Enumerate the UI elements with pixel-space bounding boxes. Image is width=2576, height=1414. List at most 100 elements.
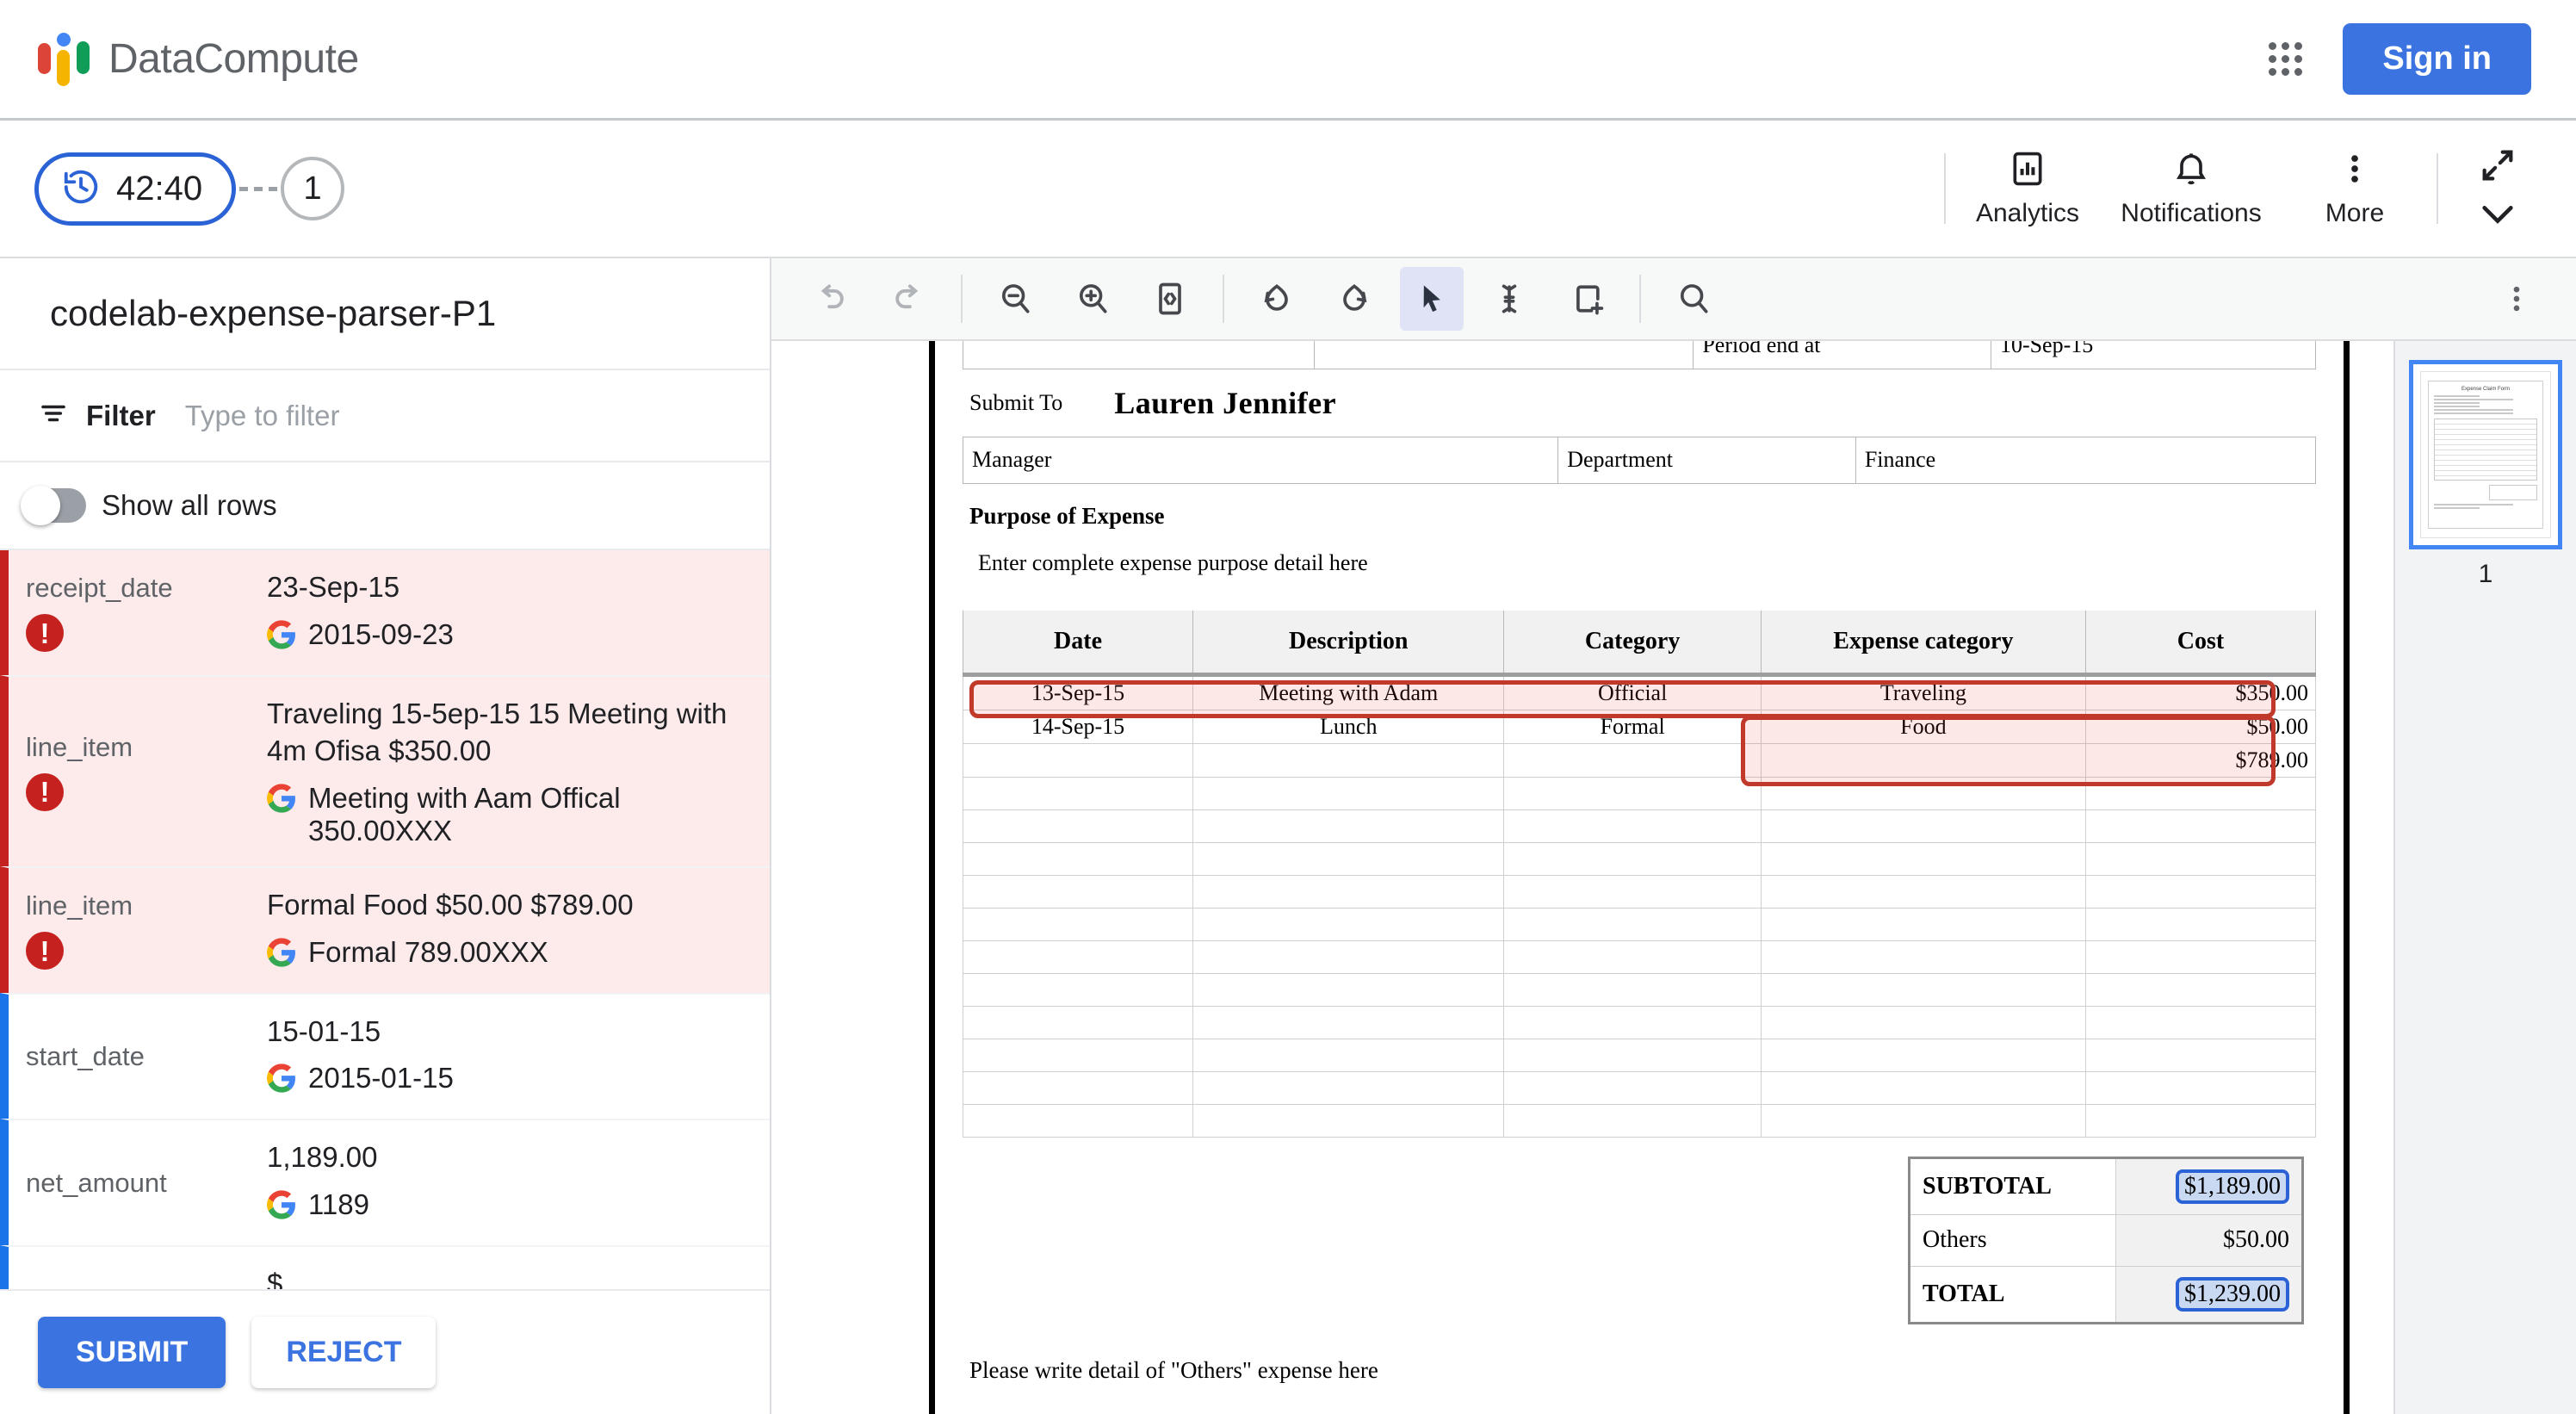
field-value: 15-01-15 bbox=[267, 1014, 381, 1047]
undo-icon[interactable] bbox=[799, 267, 863, 331]
zoom-in-icon[interactable] bbox=[1061, 267, 1124, 331]
page-right-margin bbox=[2344, 341, 2393, 1414]
analytics-button[interactable]: Analytics bbox=[1946, 121, 2109, 257]
google-g-icon bbox=[267, 937, 296, 974]
cell-date: 14-Sep-15 bbox=[962, 709, 1194, 744]
field-row-receipt-date[interactable]: receipt_date ! 23-Sep-15 2015-09-23 bbox=[0, 550, 770, 675]
table-row[interactable]: 13-Sep-15 Meeting with Adam Official Tra… bbox=[962, 673, 2317, 710]
table-row-empty[interactable] bbox=[962, 1038, 2317, 1072]
table-row-empty[interactable] bbox=[962, 1070, 2317, 1105]
document-canvas[interactable]: Period end at 10-Sep-15 Submit To Lauren… bbox=[771, 341, 2576, 1414]
col-category: Category bbox=[1503, 610, 1762, 675]
app-header: DataCompute Sign in bbox=[0, 0, 2576, 121]
field-row-start-date[interactable]: start_date 15-01-15 2015-01-15 bbox=[0, 992, 770, 1119]
text-select-icon[interactable] bbox=[1477, 267, 1541, 331]
page-title: codelab-expense-parser-P1 bbox=[0, 258, 770, 370]
table-row[interactable]: $789.00 bbox=[962, 742, 2317, 778]
notifications-button[interactable]: Notifications bbox=[2109, 121, 2273, 257]
table-row-empty[interactable] bbox=[962, 907, 2317, 941]
google-g-icon bbox=[267, 1064, 296, 1100]
totals-row[interactable]: Others $50.00 bbox=[1908, 1213, 2303, 1267]
google-g-icon bbox=[267, 620, 296, 656]
page-left-margin bbox=[771, 341, 935, 1414]
step-indicator[interactable]: 1 bbox=[281, 157, 345, 220]
cell-date: 13-Sep-15 bbox=[962, 673, 1194, 710]
table-row-empty[interactable] bbox=[962, 972, 2317, 1007]
error-icon: ! bbox=[26, 614, 64, 653]
timer-value: 42:40 bbox=[116, 169, 203, 208]
cell-description bbox=[1192, 742, 1505, 778]
rotate-right-icon[interactable] bbox=[1322, 267, 1386, 331]
filter-row: Filter bbox=[0, 370, 770, 462]
field-row-line-item-2[interactable]: line_item ! Formal Food $50.00 $789.00 F… bbox=[0, 865, 770, 993]
filter-input[interactable] bbox=[172, 399, 535, 432]
expand-diagonal-icon[interactable] bbox=[2478, 146, 2517, 189]
field-value: 23-Sep-15 bbox=[267, 571, 400, 603]
document-overflow-menu-icon[interactable] bbox=[2485, 267, 2548, 331]
purpose-text: Enter complete expense purpose detail he… bbox=[978, 549, 1368, 575]
fit-page-icon[interactable] bbox=[1138, 267, 1202, 331]
google-g-icon bbox=[267, 1190, 296, 1226]
task-timer[interactable]: 42:40 bbox=[34, 152, 237, 226]
cursor-select-icon[interactable] bbox=[1400, 267, 1464, 331]
analytics-label: Analytics bbox=[1975, 198, 2080, 227]
filter-icon bbox=[38, 398, 69, 433]
apps-grid-icon[interactable] bbox=[2267, 40, 2305, 78]
task-toolbar: 42:40 1 Analytics Notifications More bbox=[0, 121, 2576, 258]
cell-expense-category bbox=[1760, 742, 2086, 778]
department-label: Department bbox=[1567, 447, 1673, 472]
error-icon: ! bbox=[26, 932, 64, 971]
extraction-panel: codelab-expense-parser-P1 Filter Show al… bbox=[0, 258, 771, 1414]
total-label: TOTAL bbox=[1908, 1265, 2117, 1324]
cell-description: Lunch bbox=[1192, 709, 1505, 744]
document-viewer: Period end at 10-Sep-15 Submit To Lauren… bbox=[771, 258, 2576, 1414]
table-row-empty[interactable] bbox=[962, 874, 2317, 909]
history-icon bbox=[61, 167, 101, 211]
thumbnail-page-1[interactable]: Expense Claim Form bbox=[2409, 360, 2562, 549]
table-row-empty[interactable] bbox=[962, 1005, 2317, 1039]
others-note: Please write detail of "Others" expense … bbox=[969, 1356, 1378, 1383]
totals-row[interactable]: TOTAL $1,239.00 bbox=[1908, 1265, 2303, 1324]
field-prediction: 1189 bbox=[308, 1188, 369, 1221]
table-row-empty[interactable] bbox=[962, 841, 2317, 876]
table-row-empty[interactable] bbox=[962, 776, 2317, 810]
redo-icon[interactable] bbox=[876, 267, 940, 331]
cell-expense-category: Traveling bbox=[1760, 673, 2086, 710]
table-row[interactable]: 14-Sep-15 Lunch Formal Food $50.00 bbox=[962, 709, 2317, 744]
field-row-net-amount[interactable]: net_amount 1,189.00 1189 bbox=[0, 1119, 770, 1246]
search-icon[interactable] bbox=[1662, 267, 1725, 331]
thumbnail-preview: Expense Claim Form bbox=[2428, 381, 2543, 529]
table-row-empty[interactable] bbox=[962, 1103, 2317, 1138]
table-row-empty[interactable] bbox=[962, 809, 2317, 843]
total-value: $1,239.00 bbox=[2176, 1276, 2289, 1312]
brand: DataCompute bbox=[38, 32, 359, 86]
subtotal-label: SUBTOTAL bbox=[1908, 1157, 2117, 1215]
purpose-heading: Purpose of Expense bbox=[969, 502, 1165, 529]
filter-label: Filter bbox=[86, 399, 156, 431]
cell-expense-category: Food bbox=[1760, 709, 2086, 744]
department-value: Finance bbox=[1864, 447, 1936, 472]
rotate-left-icon[interactable] bbox=[1245, 267, 1309, 331]
datacompute-logo-icon bbox=[38, 32, 90, 86]
reject-button[interactable]: REJECT bbox=[251, 1317, 437, 1388]
divider bbox=[1223, 275, 1224, 323]
totals-row[interactable]: SUBTOTAL $1,189.00 bbox=[1908, 1157, 2303, 1215]
sign-in-button[interactable]: Sign in bbox=[2343, 23, 2531, 95]
zoom-out-icon[interactable] bbox=[983, 267, 1047, 331]
cell-category bbox=[1503, 742, 1762, 778]
submit-button[interactable]: SUBMIT bbox=[38, 1317, 226, 1388]
more-button[interactable]: More bbox=[2273, 121, 2437, 257]
totals-block: SUBTOTAL $1,189.00 Others $50.00 TOTAL $… bbox=[951, 1156, 2304, 1324]
show-all-rows-toggle[interactable] bbox=[21, 486, 86, 525]
field-row-currency[interactable]: currency $ USD bbox=[0, 1245, 770, 1289]
add-region-icon[interactable] bbox=[1555, 267, 1619, 331]
field-row-line-item-1[interactable]: line_item ! Traveling 15-5ep-15 15 Meeti… bbox=[0, 674, 770, 866]
document-page[interactable]: Period end at 10-Sep-15 Submit To Lauren… bbox=[935, 341, 2344, 1414]
more-vertical-icon bbox=[2336, 150, 2374, 192]
submit-to-value: Lauren Jennifer bbox=[1114, 385, 1337, 420]
col-description: Description bbox=[1192, 610, 1505, 675]
chevron-down-icon[interactable] bbox=[2478, 202, 2517, 232]
table-row-empty[interactable] bbox=[962, 940, 2317, 974]
show-all-rows-row: Show all rows bbox=[0, 462, 770, 550]
field-key: start_date bbox=[26, 1041, 145, 1071]
